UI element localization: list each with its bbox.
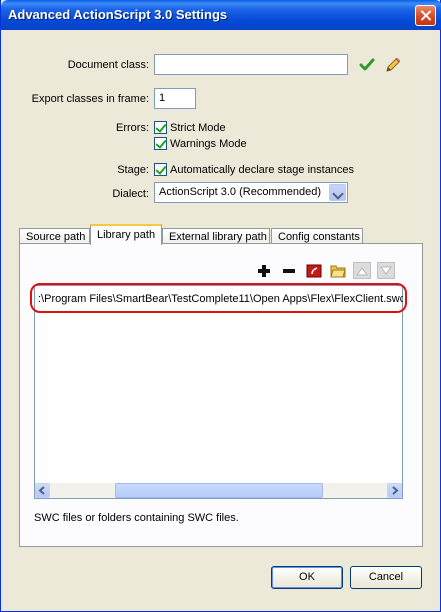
remove-path-button[interactable] — [280, 262, 298, 279]
window-title: Advanced ActionScript 3.0 Settings — [8, 7, 228, 22]
ok-button[interactable]: OK — [271, 566, 343, 589]
horizontal-scrollbar[interactable] — [35, 483, 402, 498]
add-path-button[interactable] — [255, 262, 273, 279]
document-class-label: Document class: — [67, 59, 149, 71]
tab-library-path[interactable]: Library path — [90, 224, 162, 245]
errors-label: Errors: — [116, 122, 149, 134]
checkbox-checked-icon[interactable] — [154, 163, 167, 176]
stage-label: Stage: — [117, 164, 149, 176]
auto-declare-label: Automatically declare stage instances — [170, 163, 355, 176]
cancel-button[interactable]: Cancel — [350, 566, 422, 589]
dialect-select[interactable]: ActionScript 3.0 (Recommended) — [154, 182, 348, 203]
warnings-mode-label: Warnings Mode — [170, 137, 247, 150]
move-down-button[interactable] — [377, 262, 395, 279]
pencil-icon[interactable] — [384, 56, 402, 74]
warnings-mode-checkbox[interactable]: Warnings Mode — [154, 137, 247, 150]
document-class-input[interactable] — [154, 54, 348, 75]
dialect-selected-value: ActionScript 3.0 (Recommended) — [159, 186, 322, 198]
scrollbar-thumb[interactable] — [115, 483, 323, 498]
strict-mode-checkbox[interactable]: Strict Mode — [154, 121, 226, 134]
highlight-ring — [30, 283, 407, 313]
auto-declare-checkbox[interactable]: Automatically declare stage instances — [154, 163, 354, 176]
settings-dialog: Advanced ActionScript 3.0 Settings Docum… — [0, 0, 441, 612]
checkmark-icon[interactable] — [359, 57, 375, 73]
checkbox-checked-icon[interactable] — [154, 137, 167, 150]
scroll-left-button[interactable] — [35, 483, 50, 498]
folder-icon[interactable] — [329, 262, 347, 279]
export-frame-input[interactable]: 1 — [154, 88, 196, 109]
library-path-list[interactable]: :\Program Files\SmartBear\TestComplete11… — [34, 285, 403, 499]
close-button[interactable] — [415, 5, 436, 26]
hint-text: SWC files or folders containing SWC file… — [34, 512, 239, 524]
flash-swc-icon[interactable] — [305, 262, 323, 279]
dialect-label: Dialect: — [112, 188, 149, 200]
title-bar: Advanced ActionScript 3.0 Settings — [1, 0, 441, 30]
export-frame-label: Export classes in frame: — [31, 93, 149, 105]
scroll-right-button[interactable] — [387, 483, 402, 498]
chevron-down-icon[interactable] — [329, 184, 346, 201]
move-up-button[interactable] — [353, 262, 371, 279]
checkbox-checked-icon[interactable] — [154, 121, 167, 134]
strict-mode-label: Strict Mode — [170, 121, 226, 134]
